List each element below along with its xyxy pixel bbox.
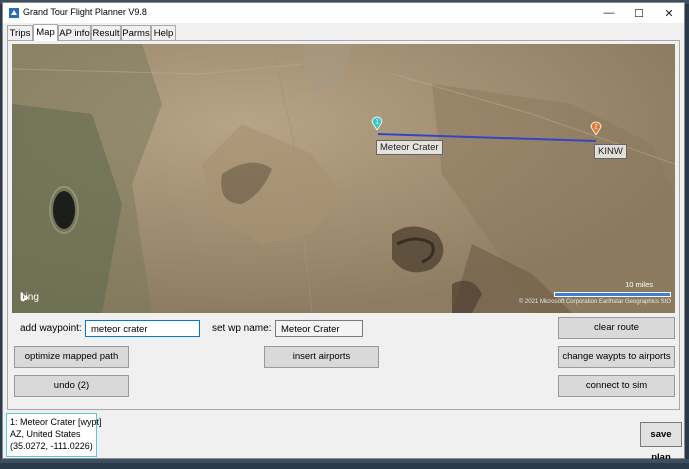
waypoint-1-marker[interactable]: 1 (371, 115, 383, 130)
optimize-mapped-path-button[interactable]: optimize mapped path (14, 346, 129, 368)
satellite-terrain (12, 44, 675, 313)
map-copyright: © 2021 Microsoft Corporation Earthstar G… (518, 299, 671, 305)
map-scale-label: 10 miles (625, 280, 653, 289)
save-plan-button[interactable]: save plan (640, 422, 682, 463)
clear-route-button[interactable]: clear route (558, 317, 675, 339)
tab-parms[interactable]: Parms (121, 25, 151, 40)
map-view[interactable]: 1 Meteor Crater 2 KINW bing 10 miles © 2… (12, 44, 675, 313)
tab-trips[interactable]: Trips (7, 25, 33, 40)
desktop-bottom-strip (0, 459, 689, 463)
tab-ap-info[interactable]: AP info (58, 25, 91, 40)
minimize-icon: — (603, 7, 615, 19)
maximize-icon: ☐ (634, 7, 644, 20)
waypoint-info-location: AZ, United States (10, 429, 81, 439)
tab-map[interactable]: Map (33, 24, 58, 41)
waypoint-2-label: KINW (594, 144, 627, 159)
add-waypoint-label: add waypoint: (20, 323, 82, 334)
waypoint-2-marker[interactable]: 2 (590, 120, 602, 135)
waypoint-info-coords: (35.0272, -111.0226) (10, 441, 93, 451)
app-icon (9, 8, 19, 18)
set-wp-name-input[interactable]: Meteor Crater (275, 320, 363, 337)
title-bar: Grand Tour Flight Planner V9.8 — ☐ ✕ (3, 3, 684, 23)
maximize-button[interactable]: ☐ (624, 3, 654, 23)
insert-airports-button[interactable]: insert airports (264, 346, 379, 368)
waypoint-info-box: 1: Meteor Crater [wypt] AZ, United State… (6, 413, 102, 457)
waypoint-1-label: Meteor Crater (376, 140, 443, 155)
change-waypts-to-airports-button[interactable]: change waypts to airports (558, 346, 675, 368)
bing-icon (21, 292, 28, 302)
tab-result[interactable]: Result (91, 25, 121, 40)
close-button[interactable]: ✕ (654, 3, 684, 23)
connect-to-sim-button[interactable]: connect to sim (558, 375, 675, 397)
waypoint-info-name: 1: Meteor Crater [wypt] (10, 417, 102, 427)
bing-logo: bing (20, 292, 39, 303)
set-wp-name-label: set wp name: (212, 323, 272, 334)
add-waypoint-input[interactable]: meteor crater (85, 320, 200, 337)
close-icon: ✕ (664, 7, 674, 20)
minimize-button[interactable]: — (594, 3, 624, 23)
map-scale-bar (554, 292, 671, 297)
undo-button[interactable]: undo (2) (14, 375, 129, 397)
window-title: Grand Tour Flight Planner V9.8 (23, 7, 147, 17)
tab-help[interactable]: Help (151, 25, 176, 40)
